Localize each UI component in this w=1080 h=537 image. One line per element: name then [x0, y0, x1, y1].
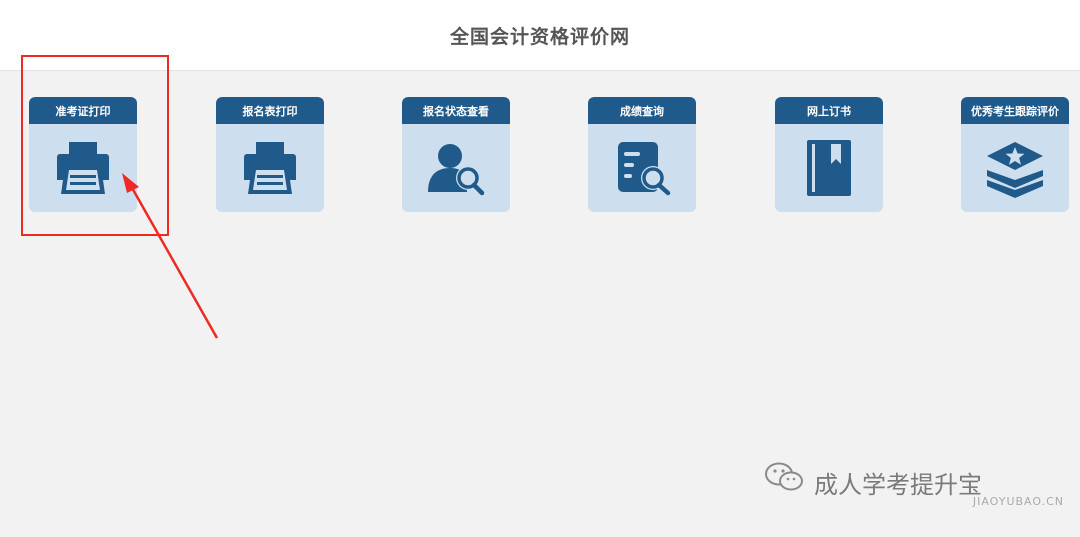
card-score-query[interactable]: 成绩查询 [588, 97, 696, 212]
card-excellent-candidate-tracking[interactable]: 优秀考生跟踪评价 [961, 97, 1069, 212]
card-online-book-order[interactable]: 网上订书 [775, 97, 883, 212]
document-search-icon [588, 124, 696, 212]
wechat-icon [765, 462, 803, 491]
card-label: 成绩查询 [588, 97, 696, 124]
user-search-icon [402, 124, 510, 212]
card-registration-status[interactable]: 报名状态查看 [402, 97, 510, 212]
card-label: 报名状态查看 [402, 97, 510, 124]
card-label: 优秀考生跟踪评价 [961, 97, 1069, 124]
watermark-domain: JIAOYUBAO.CN [972, 495, 1064, 508]
highlight-box [21, 55, 169, 236]
layers-star-icon [961, 124, 1069, 212]
card-label: 报名表打印 [216, 97, 324, 124]
book-icon [775, 124, 883, 212]
watermark-text: 成人学考提升宝 [814, 471, 982, 499]
page-title: 全国会计资格评价网 [449, 25, 630, 48]
printer-icon [216, 124, 324, 212]
watermark: 成人学考提升宝 JIAOYUBAO.CN [764, 451, 1064, 511]
card-registration-form-print[interactable]: 报名表打印 [216, 97, 324, 212]
card-label: 网上订书 [775, 97, 883, 124]
